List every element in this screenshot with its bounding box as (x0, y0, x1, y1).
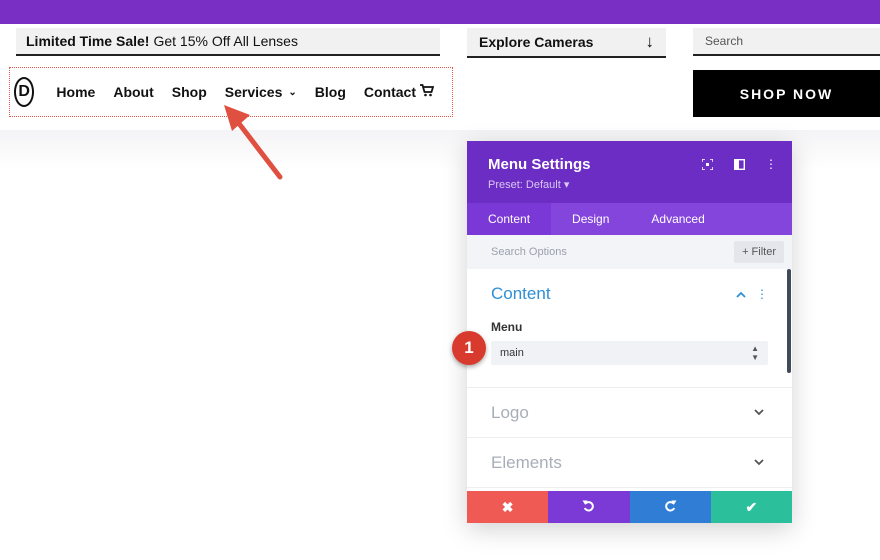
logo-section[interactable]: Logo (467, 388, 792, 438)
panel-header-tools: ⋮ (700, 157, 778, 171)
menu-select[interactable]: main ▲ ▼ (491, 341, 768, 365)
nav-label: About (113, 84, 154, 100)
select-arrows-icon: ▲ ▼ (751, 344, 759, 362)
content-section-header[interactable]: Content ⋮ (491, 284, 768, 304)
content-section-title: Content (491, 284, 551, 303)
step-badge: 1 (452, 331, 486, 365)
content-section: Content ⋮ Menu main ▲ ▼ (467, 269, 792, 388)
explore-cameras-dropdown[interactable]: Explore Cameras ↓ (467, 28, 666, 58)
site-logo[interactable]: D (14, 77, 35, 107)
nav-label: Services (224, 84, 283, 100)
badge-number: 1 (464, 338, 474, 357)
explore-label: Explore Cameras (479, 34, 594, 50)
shop-now-label: SHOP NOW (739, 85, 834, 102)
filter-button[interactable]: + Filter (734, 241, 784, 263)
sale-title: Limited Time Sale! (26, 33, 150, 49)
menu-field-label: Menu (491, 320, 523, 334)
nav-label: Contact (363, 84, 416, 100)
logo-section-title: Logo (491, 402, 529, 422)
focus-icon[interactable] (700, 158, 714, 170)
sale-text: Get 15% Off All Lenses (153, 33, 298, 49)
check-icon: ✔ (745, 498, 758, 515)
chevron-up-icon[interactable] (736, 287, 746, 301)
preset-dropdown[interactable]: Preset: Default ▾ (488, 178, 792, 191)
undo-icon (582, 499, 595, 515)
cancel-button[interactable]: ✖ (467, 491, 549, 523)
undo-button[interactable] (548, 491, 630, 523)
nav-item-contact[interactable]: Contact (363, 84, 435, 100)
options-search-input[interactable]: Search Options (491, 246, 567, 258)
elements-section-title: Elements (491, 452, 562, 472)
nav-label: Home (56, 84, 96, 100)
elements-section[interactable]: Elements (467, 438, 792, 488)
more-options-icon[interactable]: ⋮ (756, 287, 768, 301)
options-search-row: Search Options + Filter (467, 235, 792, 269)
panel-tabs: Content Design Advanced (467, 203, 792, 235)
save-button[interactable]: ✔ (710, 491, 792, 523)
callout-arrow-icon (224, 105, 283, 180)
panel-footer: ✖ ✔ (467, 491, 792, 523)
logo-letter: D (18, 83, 30, 100)
panel-header: Menu Settings Preset: Default ▾ ⋮ (467, 141, 792, 203)
shop-now-button[interactable]: SHOP NOW (693, 70, 880, 117)
sale-banner: Limited Time Sale! Get 15% Off All Lense… (16, 28, 440, 56)
top-accent-bar (0, 0, 880, 24)
chevron-down-icon: ⌄ (288, 86, 297, 98)
tab-design[interactable]: Design (551, 203, 630, 235)
nav-item-about[interactable]: About (113, 84, 153, 100)
cart-icon[interactable] (420, 84, 435, 100)
redo-icon (664, 499, 677, 515)
redo-button[interactable] (629, 491, 711, 523)
site-search-input[interactable]: Search (693, 28, 880, 56)
nav-item-services[interactable]: Services ⌄ (225, 84, 297, 100)
content-section-tools: ⋮ (736, 287, 768, 301)
close-icon: ✖ (501, 498, 514, 515)
chevron-down-icon (754, 407, 764, 419)
tab-content[interactable]: Content (467, 203, 552, 235)
nav-item-shop[interactable]: Shop (172, 84, 207, 100)
site-search-placeholder: Search (705, 34, 744, 48)
nav-item-home[interactable]: Home (56, 84, 95, 100)
chevron-down-icon (754, 457, 764, 469)
nav-item-blog[interactable]: Blog (315, 84, 346, 100)
more-options-icon[interactable]: ⋮ (764, 157, 778, 171)
nav-label: Blog (314, 84, 346, 100)
tab-advanced[interactable]: Advanced (630, 203, 725, 235)
menu-settings-panel: Menu Settings Preset: Default ▾ ⋮ Conten… (467, 141, 792, 523)
nav-label: Shop (171, 84, 207, 100)
arrow-down-icon: ↓ (645, 32, 655, 51)
menu-select-value: main (500, 347, 524, 359)
split-view-icon[interactable] (732, 158, 746, 170)
